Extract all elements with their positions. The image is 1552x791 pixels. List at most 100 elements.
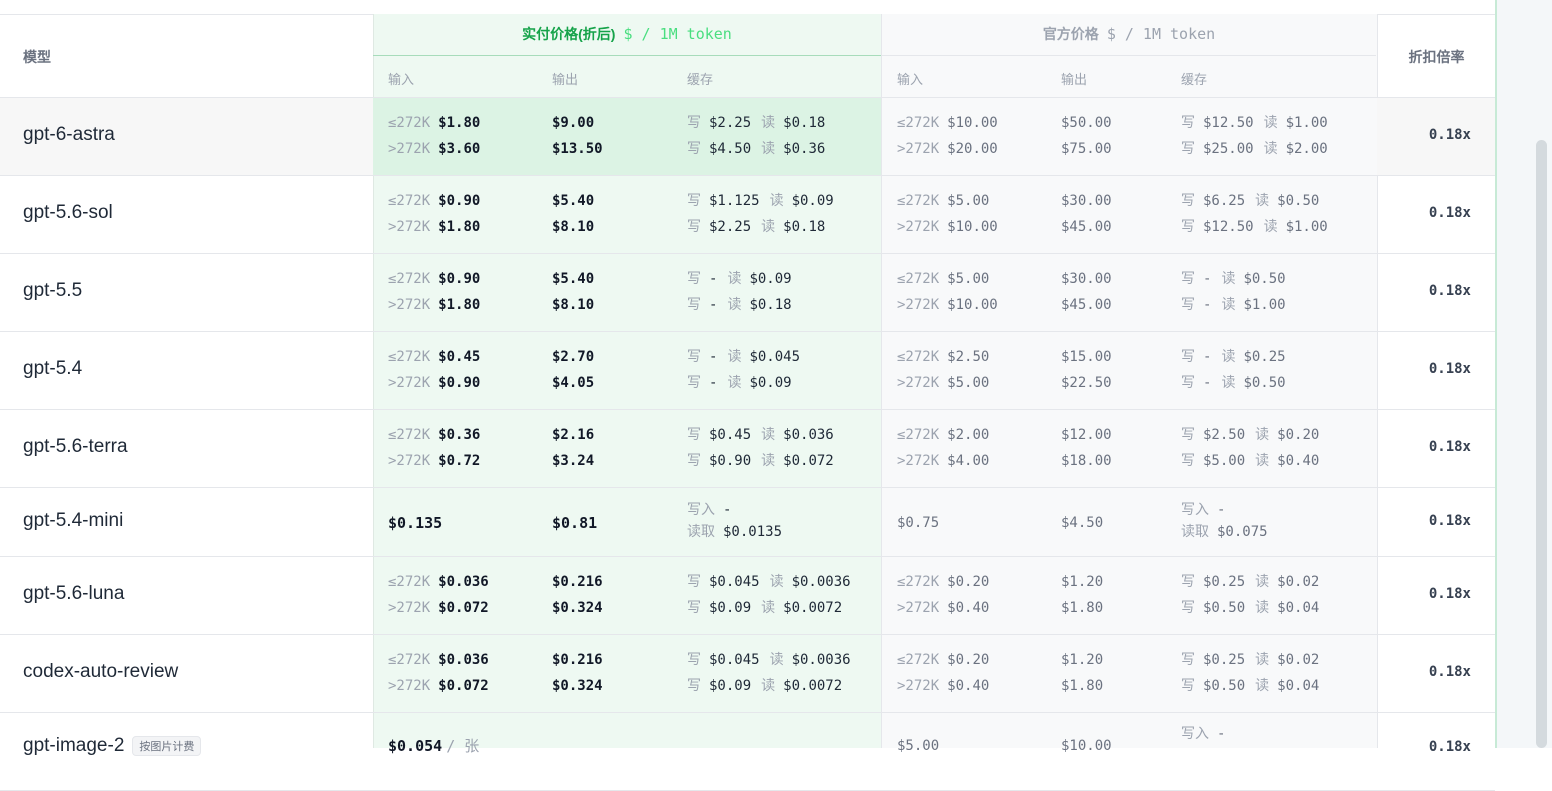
official-cache: 写 $2.50 读 $0.20 写 $5.00 读 $0.40	[1181, 422, 1319, 474]
price-value: $0.90	[438, 193, 481, 209]
tier-label: >272K	[388, 375, 431, 391]
cache-read-label: 读	[727, 297, 742, 313]
cache-line: 写 $0.50 读 $0.04	[1181, 673, 1319, 699]
cache-read-label: 读	[761, 678, 776, 694]
price-line: $1.20	[1061, 569, 1103, 595]
cache-write-value: $0.45	[709, 427, 752, 443]
price-value: $1.80	[1061, 600, 1104, 616]
cache-write-label: 写	[687, 141, 701, 157]
price-tier: >272K $5.00	[897, 370, 989, 396]
price-value: $0.135	[388, 514, 443, 532]
cache-write-label: 写	[687, 193, 701, 209]
cache-write-label: 写	[1181, 652, 1195, 668]
table-row[interactable]: gpt-5.4 0.18x ≤272K $0.45 >272K $0.90 $2.70 $4.…	[0, 332, 1495, 410]
cache-read-label: 读	[1255, 453, 1270, 469]
cache-write-label: 写	[1181, 271, 1195, 287]
actual-cache: 写 - 读 $0.045 写 - 读 $0.09	[687, 344, 800, 396]
price-value: $1.20	[1061, 574, 1104, 590]
price-line: $5.40	[552, 266, 594, 292]
model-name: gpt-6-astra	[23, 124, 115, 146]
price-tier: ≤272K $0.45	[388, 344, 480, 370]
price-value: $1.80	[438, 219, 481, 235]
price-value: $5.00	[947, 375, 990, 391]
cache-line: 写 $0.90 读 $0.072	[687, 448, 834, 474]
actual-output: $2.16 $3.24	[552, 422, 594, 474]
price-value: $2.16	[552, 427, 595, 443]
actual-output: $5.40 $8.10	[552, 266, 594, 318]
cache-read-label: 读	[769, 193, 784, 209]
table-row[interactable]: gpt-5.6-sol 0.18x ≤272K $0.90 >272K $1.80 $5.4…	[0, 176, 1495, 254]
table-row[interactable]: gpt-image-2 按图片计费 0.18x $0.054/ 张 $5.00 $10.0…	[0, 713, 1495, 791]
cache-read-label: 读	[1255, 574, 1270, 590]
tier-label: ≤272K	[388, 427, 431, 443]
price-tier: ≤272K $0.36	[388, 422, 480, 448]
table-row[interactable]: codex-auto-review 0.18x ≤272K $0.036 >272K $0…	[0, 635, 1495, 713]
price-line: $4.05	[552, 370, 594, 396]
scrollbar-thumb[interactable]	[1536, 140, 1547, 748]
cache-write-value: $2.50	[1203, 427, 1246, 443]
price-value: $0.036	[438, 574, 489, 590]
cache-line: 写 $1.125 读 $0.09	[687, 188, 834, 214]
price-value: $0.054	[388, 737, 443, 755]
cache-write-value: $12.50	[1203, 219, 1254, 235]
cache-read-label: 读	[761, 115, 776, 131]
discount-rate: 0.18x	[1428, 283, 1471, 299]
table-row[interactable]: gpt-6-astra 0.18x ≤272K $1.80 >272K $3.60 $9.0…	[0, 98, 1495, 176]
price-value: $2.70	[552, 349, 595, 365]
table-row[interactable]: gpt-5.5 0.18x ≤272K $0.90 >272K $1.80 $5.40 $8.…	[0, 254, 1495, 332]
price-line: $0.135	[388, 510, 442, 536]
official-output: $10.00	[1061, 733, 1112, 759]
cache-line: 写 - 读 $1.00	[1181, 292, 1286, 318]
actual-input: ≤272K $0.90 >272K $1.80	[388, 266, 480, 318]
cache-read-value: $0.09	[749, 271, 792, 287]
price-line: $45.00	[1061, 292, 1112, 318]
table-row[interactable]: gpt-5.6-terra 0.18x ≤272K $0.36 >272K $0.72 $2…	[0, 410, 1495, 488]
official-input: ≤272K $10.00 >272K $20.00	[897, 110, 998, 162]
price-line: $13.50	[552, 136, 603, 162]
cache-read-label: 读	[761, 141, 776, 157]
tier-label: ≤272K	[388, 652, 431, 668]
cache-write-label: 写	[687, 297, 701, 313]
tier-label: ≤272K	[388, 574, 431, 590]
price-value: $4.05	[552, 375, 595, 391]
official-input: ≤272K $5.00 >272K $10.00	[897, 188, 998, 240]
price-value: $10.00	[947, 115, 998, 131]
cache-read-label: 读	[761, 427, 776, 443]
official-output: $4.50	[1061, 510, 1103, 536]
tier-label: ≤272K	[897, 427, 940, 443]
price-tier: >272K $0.072	[388, 673, 489, 699]
discount-rate: 0.18x	[1428, 439, 1471, 455]
price-value: $5.00	[947, 193, 990, 209]
tier-label: ≤272K	[897, 349, 940, 365]
price-value: $9.00	[552, 115, 595, 131]
cache-write-value: -	[1203, 271, 1212, 287]
cache-write-label: 写	[687, 427, 701, 443]
official-output: $50.00 $75.00	[1061, 110, 1112, 162]
header-official-unit: $ / 1M token	[1106, 25, 1216, 43]
actual-input: ≤272K $1.80 >272K $3.60	[388, 110, 480, 162]
cache-write-value: -	[723, 502, 732, 518]
tier-label: ≤272K	[897, 271, 940, 287]
cache-read-value: $0.0036	[791, 652, 851, 668]
cache-write-label: 写	[687, 678, 701, 694]
price-value: $2.00	[947, 427, 990, 443]
per-image-unit: / 张	[446, 737, 480, 755]
price-value: $18.00	[1061, 453, 1112, 469]
price-tier: >272K $4.00	[897, 448, 989, 474]
cache-write-label: 写	[1181, 453, 1195, 469]
price-line: $0.75	[897, 510, 939, 536]
price-tier: ≤272K $0.20	[897, 569, 989, 595]
model-name: gpt-5.6-terra	[23, 436, 128, 458]
price-value: $1.80	[438, 297, 481, 313]
actual-input: ≤272K $0.45 >272K $0.90	[388, 344, 480, 396]
cache-read-label: 读	[1263, 141, 1278, 157]
cache-write-value: -	[709, 349, 718, 365]
cache-write-label: 写	[1181, 600, 1195, 616]
cache-read-label: 读取	[687, 524, 715, 540]
header-official-input: 输入	[897, 72, 924, 87]
price-value: $0.90	[438, 271, 481, 287]
table-row[interactable]: gpt-5.4-mini 0.18x $0.135 $0.81 写入 - 读取 $0.0135…	[0, 488, 1495, 557]
tier-label: >272K	[897, 297, 940, 313]
table-row[interactable]: gpt-5.6-luna 0.18x ≤272K $0.036 >272K $0.072 $…	[0, 557, 1495, 635]
price-tier: >272K $10.00	[897, 292, 998, 318]
